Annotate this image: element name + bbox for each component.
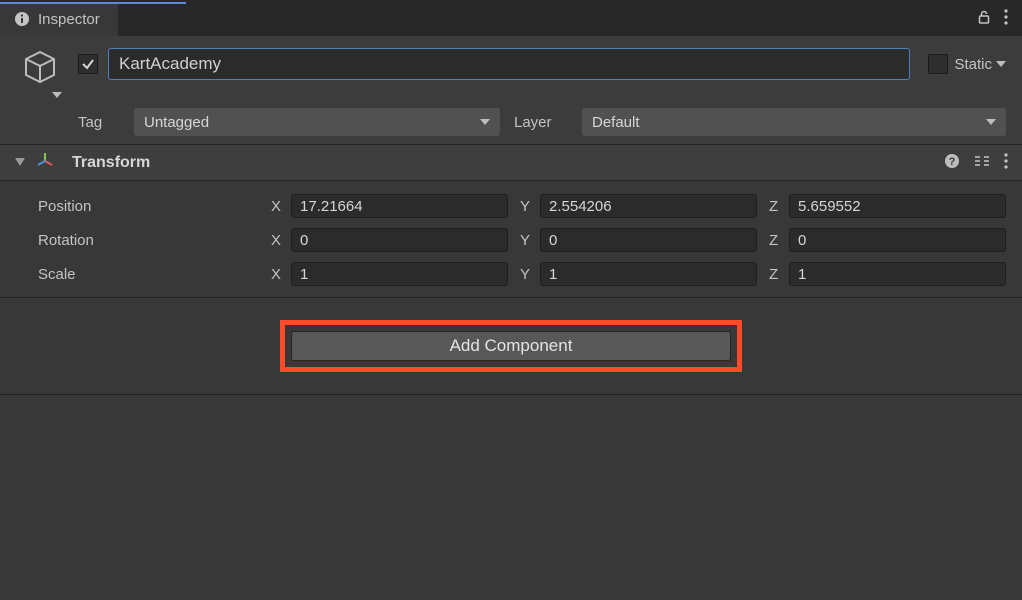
transform-header[interactable]: Transform ? <box>0 145 1022 181</box>
position-z-input[interactable] <box>789 194 1006 218</box>
position-y-input[interactable] <box>540 194 757 218</box>
preset-icon[interactable] <box>974 153 990 173</box>
static-dropdown[interactable]: Static <box>954 56 1006 73</box>
tag-dropdown[interactable]: Untagged <box>134 108 500 136</box>
scale-x-label: X <box>271 266 285 283</box>
foldout-toggle[interactable] <box>14 157 26 169</box>
rotation-z-label: Z <box>769 232 783 249</box>
svg-text:?: ? <box>949 156 956 168</box>
gameobject-icon-area <box>16 48 64 98</box>
scale-z-input[interactable] <box>789 262 1006 286</box>
transform-icon <box>36 152 54 174</box>
position-y-label: Y <box>520 198 534 215</box>
gameobject-icon-dropdown[interactable] <box>16 90 64 98</box>
scale-y-input[interactable] <box>540 262 757 286</box>
tag-layer-row: Tag Untagged Layer Default <box>16 108 1006 136</box>
tab-title: Inspector <box>38 11 100 28</box>
tag-value: Untagged <box>144 114 209 131</box>
static-checkbox[interactable] <box>928 54 948 74</box>
scale-y-label: Y <box>520 266 534 283</box>
tab-bar: Inspector <box>0 0 1022 36</box>
gameobject-header: Static Tag Untagged Layer Default <box>0 36 1022 145</box>
scale-z-label: Z <box>769 266 783 283</box>
position-x-input[interactable] <box>291 194 508 218</box>
kebab-menu-icon[interactable] <box>1004 153 1008 173</box>
position-x-label: X <box>271 198 285 215</box>
tab-bar-right-controls <box>976 2 1022 36</box>
empty-area <box>0 395 1022 600</box>
rotation-y-input[interactable] <box>540 228 757 252</box>
scale-label: Scale <box>38 266 271 283</box>
inspector-window: Inspector <box>0 0 1022 600</box>
layer-label: Layer <box>514 114 568 131</box>
layer-dropdown[interactable]: Default <box>582 108 1006 136</box>
chevron-down-icon <box>480 119 490 125</box>
kebab-menu-icon[interactable] <box>1004 9 1008 29</box>
add-component-area: Add Component <box>0 298 1022 395</box>
tag-label: Tag <box>78 114 120 131</box>
position-label: Position <box>38 198 271 215</box>
add-component-highlight: Add Component <box>280 320 742 372</box>
cube-icon[interactable] <box>21 48 59 90</box>
position-row: Position X Y Z <box>38 189 1006 223</box>
active-checkbox[interactable] <box>78 54 98 74</box>
rotation-x-label: X <box>271 232 285 249</box>
add-component-label: Add Component <box>450 336 573 356</box>
help-icon[interactable]: ? <box>944 153 960 173</box>
rotation-label: Rotation <box>38 232 271 249</box>
scale-row: Scale X Y Z <box>38 257 1006 291</box>
unlock-icon[interactable] <box>976 9 992 29</box>
add-component-button[interactable]: Add Component <box>291 331 731 361</box>
gameobject-name-input[interactable] <box>108 48 910 80</box>
transform-body: Position X Y Z Rotation X Y Z Scale X Y … <box>0 181 1022 298</box>
info-icon <box>14 11 30 27</box>
layer-value: Default <box>592 114 640 131</box>
tab-inspector[interactable]: Inspector <box>0 2 118 36</box>
rotation-x-input[interactable] <box>291 228 508 252</box>
rotation-z-input[interactable] <box>789 228 1006 252</box>
rotation-y-label: Y <box>520 232 534 249</box>
rotation-row: Rotation X Y Z <box>38 223 1006 257</box>
position-z-label: Z <box>769 198 783 215</box>
scale-x-input[interactable] <box>291 262 508 286</box>
header-name-row: Static <box>16 48 1006 98</box>
transform-title: Transform <box>72 154 150 172</box>
static-label-text: Static <box>954 56 992 73</box>
tab-active-indicator <box>0 2 186 4</box>
chevron-down-icon <box>986 119 996 125</box>
